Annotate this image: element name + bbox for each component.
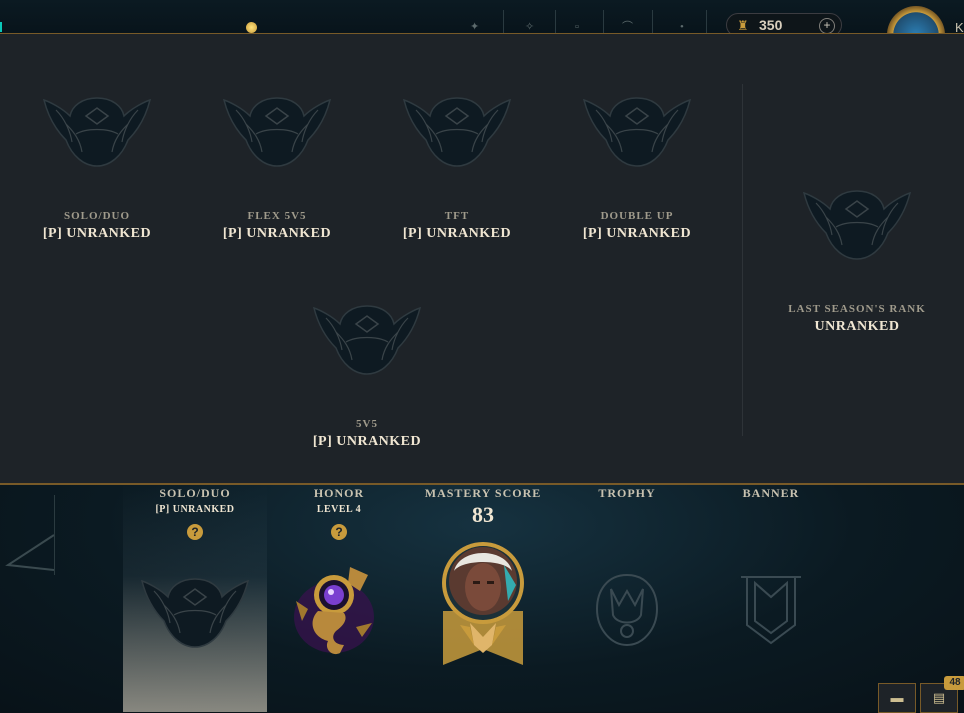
chat-button[interactable]: ▬ xyxy=(878,683,916,713)
rank-queue-label: DOUBLE UP xyxy=(600,210,674,222)
loot-icon[interactable]: ▫ xyxy=(575,22,589,33)
collection-icon[interactable]: ✧ xyxy=(525,22,539,33)
nav-divider xyxy=(706,10,707,33)
nav-divider xyxy=(652,10,653,33)
nav-edge-accent xyxy=(0,22,10,32)
nav-divider xyxy=(503,10,504,33)
notification-badge: 48 xyxy=(944,676,964,690)
blue-essence-icon: ♜ xyxy=(737,18,749,33)
rank-queue-label: 5V5 xyxy=(356,418,378,430)
rank-queue-label: FLEX 5V5 xyxy=(247,210,307,222)
profile-stats-strip: SOLO/DUO [P] UNRANKED ? HONOR LEVEL 4 ? … xyxy=(0,485,964,712)
last-season-rank: LAST SEASON'S RANK UNRANKED xyxy=(767,187,947,335)
clash-icon[interactable]: ⌒ xyxy=(622,22,636,33)
stat-title: TROPHY xyxy=(598,486,656,500)
help-icon[interactable]: ? xyxy=(187,524,203,540)
top-nav-bar: ✦ ✧ ▫ ⌒ • ♜ 350 + K xyxy=(0,0,964,64)
rank-dropdown-panel: SOLO/DUO [P] UNRANKED FLEX 5V5 [P] UNRAN… xyxy=(0,33,964,485)
help-icon[interactable]: ? xyxy=(331,524,347,540)
add-currency-button[interactable]: + xyxy=(819,18,835,34)
stat-title: SOLO/DUO xyxy=(159,486,231,500)
rank-queue-value: [P] UNRANKED xyxy=(222,226,332,241)
banner-placeholder-icon xyxy=(741,576,801,645)
stat-banner[interactable]: BANNER xyxy=(699,485,843,501)
stat-title: HONOR xyxy=(313,486,365,500)
stat-mastery[interactable]: MASTERY SCORE 83 xyxy=(411,485,555,528)
rank-card-solo-duo[interactable]: SOLO/DUO [P] UNRANKED xyxy=(7,94,187,242)
last-season-value: UNRANKED xyxy=(814,319,900,334)
mastery-score-value: 83 xyxy=(472,502,494,527)
unranked-emblem-icon xyxy=(223,97,331,167)
stat-title: MASTERY SCORE xyxy=(424,486,542,500)
stat-sub: LEVEL 4 xyxy=(316,504,362,515)
stat-title: BANNER xyxy=(742,486,800,500)
rank-queue-value: [P] UNRANKED xyxy=(402,226,512,241)
nav-divider xyxy=(555,10,556,33)
unranked-emblem-icon xyxy=(583,97,691,167)
solo-unranked-emblem-icon xyxy=(141,578,249,648)
unranked-emblem-icon xyxy=(313,305,421,375)
stat-trophy[interactable]: TROPHY xyxy=(555,485,699,501)
side-decoration xyxy=(0,495,55,575)
rank-card-double-up[interactable]: DOUBLE UP [P] UNRANKED xyxy=(547,94,727,242)
rank-queue-label: SOLO/DUO xyxy=(63,210,131,222)
unranked-emblem-icon xyxy=(803,190,911,260)
store-icon[interactable]: ✦ xyxy=(470,22,484,33)
rank-queue-label: TFT xyxy=(444,210,470,222)
rank-card-tft[interactable]: TFT [P] UNRANKED xyxy=(367,94,547,242)
stat-solo-duo[interactable]: SOLO/DUO [P] UNRANKED ? xyxy=(123,485,267,541)
rank-queue-value: [P] UNRANKED xyxy=(42,226,152,241)
honor-emblem-icon xyxy=(294,567,374,655)
last-season-label: LAST SEASON'S RANK xyxy=(788,303,926,315)
rank-card-5v5[interactable]: 5V5 [P] UNRANKED xyxy=(277,302,457,450)
rank-queue-value: [P] UNRANKED xyxy=(312,434,422,449)
unranked-emblem-icon xyxy=(403,97,511,167)
trophy-placeholder-icon xyxy=(595,573,659,647)
unranked-emblem-icon xyxy=(43,97,151,167)
mastery-champion-portrait xyxy=(442,542,524,665)
stat-sub: [P] UNRANKED xyxy=(155,504,235,515)
panel-divider xyxy=(742,84,743,436)
rank-queue-value: [P] UNRANKED xyxy=(582,226,692,241)
nav-divider xyxy=(603,10,604,33)
rank-card-flex[interactable]: FLEX 5V5 [P] UNRANKED xyxy=(187,94,367,242)
profile-nav-icon[interactable]: • xyxy=(680,22,694,33)
currency-value: 350 xyxy=(759,17,783,33)
notification-dot-icon xyxy=(246,22,257,33)
stat-honor[interactable]: HONOR LEVEL 4 ? xyxy=(267,485,411,541)
